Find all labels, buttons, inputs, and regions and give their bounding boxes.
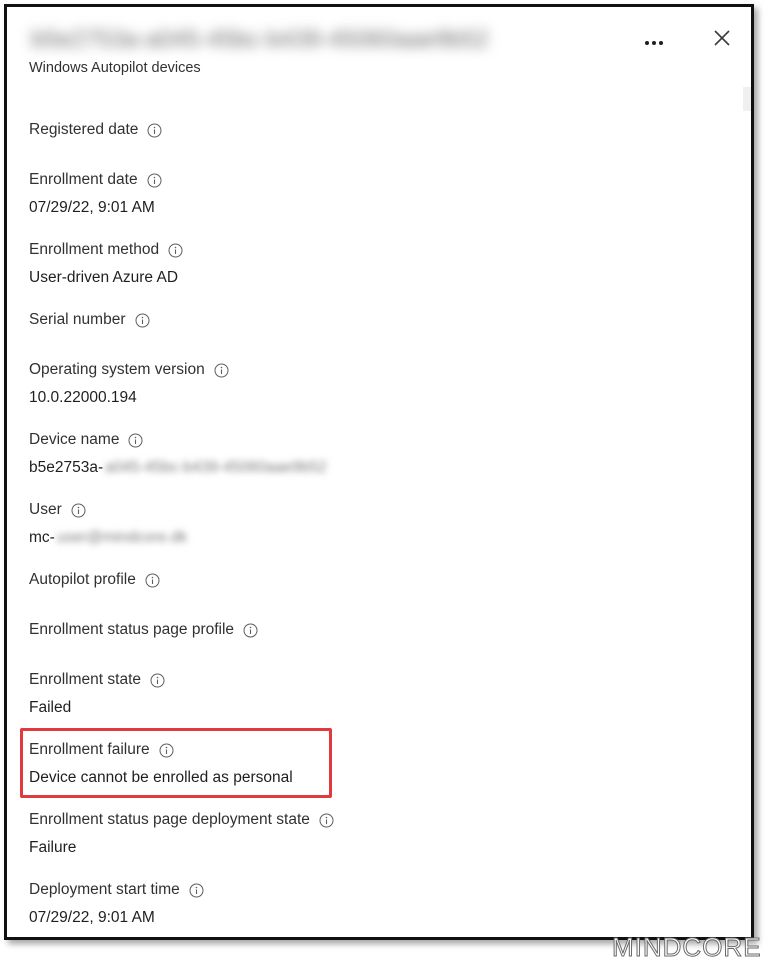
field-value: Failure (29, 839, 77, 856)
field-value: b5e2753a-a045-45bc-b439-45060aae9b52 (29, 457, 629, 479)
field-label: Autopilot profile (29, 569, 629, 591)
info-icon[interactable] (147, 173, 162, 188)
info-icon[interactable] (145, 573, 160, 588)
scrollbar[interactable] (743, 87, 751, 111)
field-value-redacted: user@mindcore.dk (56, 529, 188, 546)
watermark-logo: MINDCORE (612, 932, 762, 963)
field-label: Enrollment state (29, 669, 629, 691)
info-icon[interactable] (168, 243, 183, 258)
info-icon[interactable] (147, 123, 162, 138)
field-esp-deployment-state: Enrollment status page deployment state … (29, 809, 629, 859)
field-esp-profile: Enrollment status page profile (29, 619, 629, 641)
field-label-text: Operating system version (29, 361, 205, 378)
field-label: Serial number (29, 309, 629, 331)
field-label-text: User (29, 501, 62, 518)
highlight-box (20, 728, 332, 798)
info-icon[interactable] (71, 503, 86, 518)
field-label-text: Enrollment status page deployment state (29, 811, 310, 828)
field-label: Operating system version (29, 359, 629, 381)
field-label: Enrollment status page deployment state (29, 809, 629, 831)
field-label-text: Autopilot profile (29, 571, 136, 588)
field-enrollment-method: Enrollment method User-driven Azure AD (29, 239, 629, 289)
panel-header: b5e2753a-a045-45bc-b439-45060aae9b52 Win… (7, 7, 751, 97)
field-enrollment-date: Enrollment date 07/29/22, 9:01 AM (29, 169, 629, 219)
field-value-visible: b5e2753a- (29, 459, 104, 476)
field-label-text: Enrollment date (29, 171, 138, 188)
field-device-name: Device name b5e2753a-a045-45bc-b439-4506… (29, 429, 629, 479)
field-label-text: Serial number (29, 311, 126, 328)
field-registered-date: Registered date (29, 119, 629, 141)
info-icon[interactable] (214, 363, 229, 378)
field-label: Enrollment date (29, 169, 629, 191)
info-icon[interactable] (150, 673, 165, 688)
field-deployment-start-time: Deployment start time 07/29/22, 9:01 AM (29, 879, 629, 929)
field-value-visible: mc- (29, 529, 55, 546)
field-label: Enrollment method (29, 239, 629, 261)
field-value-redacted: a045-45bc-b439-45060aae9b52 (105, 459, 327, 476)
field-serial-number: Serial number (29, 309, 629, 331)
field-user: User mc-user@mindcore.dk (29, 499, 629, 549)
field-label: Enrollment status page profile (29, 619, 629, 641)
info-icon[interactable] (128, 433, 143, 448)
field-enrollment-state: Enrollment state Failed (29, 669, 629, 719)
field-os-version: Operating system version 10.0.22000.194 (29, 359, 629, 409)
field-value: 07/29/22, 9:01 AM (29, 909, 155, 926)
field-value: 07/29/22, 9:01 AM (29, 199, 155, 216)
field-label-text: Enrollment state (29, 671, 141, 688)
more-dot (645, 41, 649, 45)
field-label-text: Enrollment status page profile (29, 621, 235, 638)
field-label-text: Registered date (29, 121, 139, 138)
field-label-text: Deployment start time (29, 881, 180, 898)
panel-subtitle: Windows Autopilot devices (29, 60, 201, 76)
more-options-icon[interactable] (639, 31, 669, 55)
field-label: Deployment start time (29, 879, 629, 901)
device-id-title: b5e2753a-a045-45bc-b439-45060aae9b52 (31, 26, 489, 53)
field-autopilot-profile: Autopilot profile (29, 569, 629, 591)
info-icon[interactable] (243, 623, 258, 638)
field-label-text: Device name (29, 431, 120, 448)
field-value: Failed (29, 699, 72, 716)
close-icon[interactable] (709, 25, 735, 51)
info-icon[interactable] (319, 813, 334, 828)
more-dot (659, 41, 663, 45)
field-label: Registered date (29, 119, 629, 141)
field-value: User-driven Azure AD (29, 269, 179, 286)
device-details-panel: b5e2753a-a045-45bc-b439-45060aae9b52 Win… (4, 4, 754, 940)
field-label: User (29, 499, 629, 521)
info-icon[interactable] (189, 883, 204, 898)
field-label-text: Enrollment method (29, 241, 160, 258)
field-value: 10.0.22000.194 (29, 389, 137, 406)
info-icon[interactable] (135, 313, 150, 328)
more-dot (652, 41, 656, 45)
field-value: mc-user@mindcore.dk (29, 527, 629, 549)
field-label: Device name (29, 429, 629, 451)
